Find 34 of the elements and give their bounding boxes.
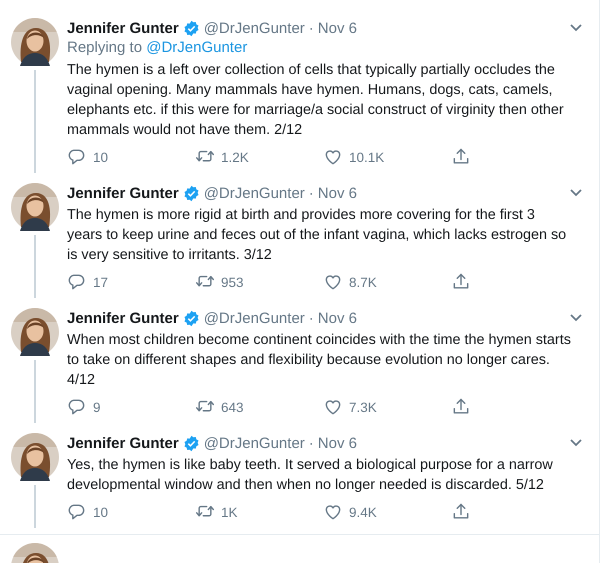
tweet-text: Yes, the hymen is like baby teeth. It served a biological purpose for a narrow developmental window and then when no longer needed is discarded. 5/12	[67, 456, 554, 495]
separator-dot: ·	[308, 184, 314, 202]
retweet-count: 1.2K	[221, 150, 249, 164]
user-handle[interactable]: @DrJenGunter	[204, 310, 305, 326]
mention-link[interactable]: @DrJenGunter	[146, 39, 248, 56]
retweet-count: 643	[221, 400, 244, 414]
user-handle[interactable]: @DrJenGunter	[204, 434, 305, 452]
tweet-time[interactable]: Nov 6	[318, 434, 357, 452]
separator-dot: ·	[308, 310, 314, 326]
replying-label: Replying to	[67, 39, 142, 56]
tweet-text: The hymen is more rigid at birth and provides more covering for the first 3 years to keep urine and feces out of the infant vagina, which lacks estrogen so is very sensitive to irritants. 3/12	[67, 206, 568, 265]
author-name[interactable]: Jennifer Gunter	[67, 310, 179, 326]
tweet-text: The hymen is a left over collection of cells that typically partially occludes the vaginal opening. Many mammals have hymen. Humans, dogs, cats, camels, elephants etc. if this were for marriage/a social construct of virginity then other mammals would not have them. 2/12	[67, 61, 565, 140]
like-count: 7.3K	[349, 400, 377, 414]
retweet-count: 953	[221, 274, 244, 290]
separator-dot: ·	[308, 20, 314, 36]
user-handle[interactable]: @DrJenGunter	[204, 184, 305, 202]
tweet-text: When most children become continent coincides with the time the hymen starts to take on different shapes and flexibility because evolution no longer cares. 4/12	[67, 331, 572, 390]
like-count: 10.1K	[349, 150, 384, 164]
reply-count: 10	[93, 150, 108, 164]
author-name[interactable]: Jennifer Gunter	[67, 20, 179, 36]
reply-count: 9	[93, 400, 101, 414]
author-name[interactable]: Jennifer Gunter	[67, 184, 179, 202]
user-handle[interactable]: @DrJenGunter	[204, 20, 305, 36]
like-count: 9.4K	[349, 504, 377, 520]
tweet-time[interactable]: Nov 6	[318, 20, 357, 36]
author-name[interactable]: Jennifer Gunter	[67, 434, 179, 452]
reply-count: 10	[93, 504, 108, 520]
tweet-time[interactable]: Nov 6	[318, 184, 357, 202]
reply-count: 17	[93, 274, 108, 290]
tweet-time[interactable]: Nov 6	[318, 310, 357, 326]
like-count: 8.7K	[349, 274, 377, 290]
separator-dot: ·	[308, 434, 314, 452]
retweet-count: 1K	[221, 504, 238, 520]
